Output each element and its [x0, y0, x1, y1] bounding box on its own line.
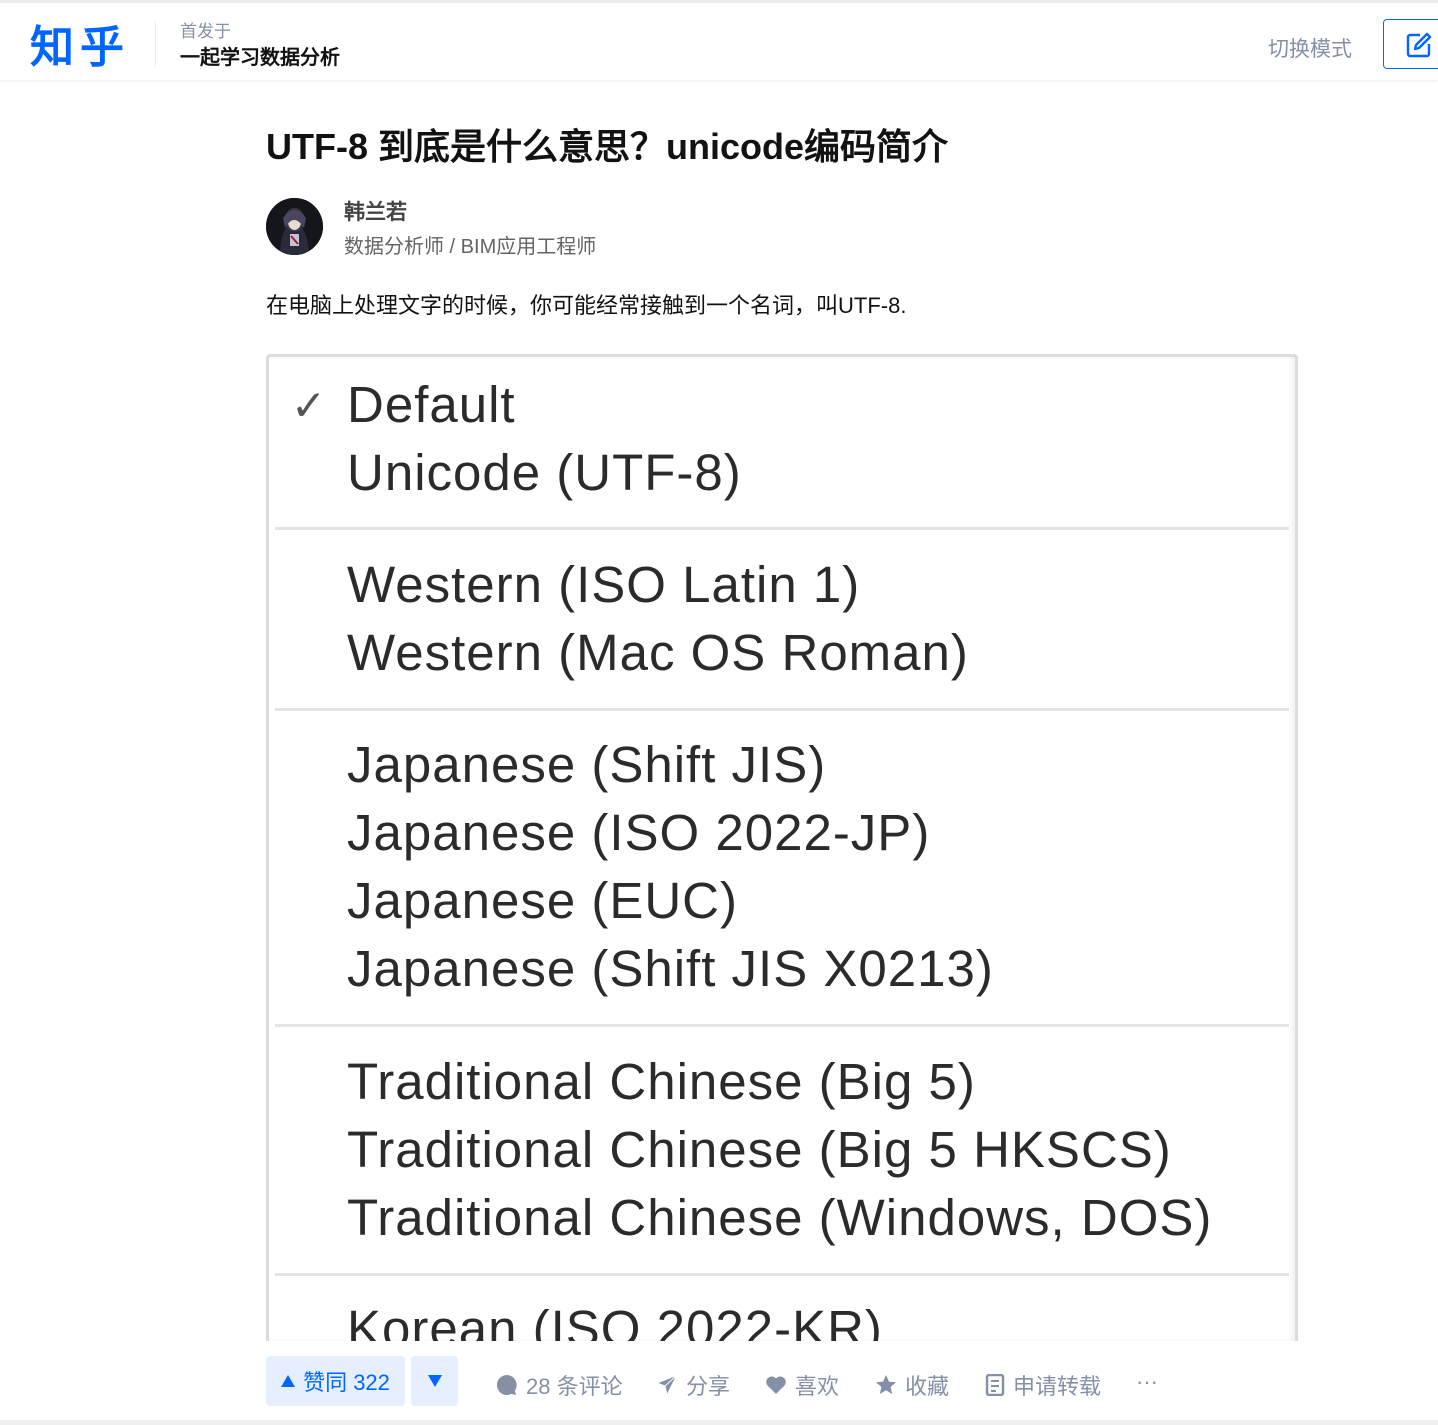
column-info[interactable]: 首发于 一起学习数据分析 — [180, 21, 340, 73]
menu-item-tchinese-windows-dos: Traditional Chinese (Windows, DOS) — [347, 1189, 1213, 1246]
upvote-button[interactable]: 赞同 322 — [266, 1356, 405, 1406]
article-intro: 在电脑上处理文字的时候，你可能经常接触到一个名词，叫UTF-8. — [266, 293, 907, 318]
menu-separator — [275, 1273, 1289, 1276]
comments-label: 28 条评论 — [526, 1374, 623, 1399]
document-icon — [985, 1374, 1005, 1396]
triangle-down-icon — [427, 1375, 442, 1387]
menu-item-western-mac-roman: Western (Mac OS Roman) — [347, 624, 969, 681]
menu-item-tchinese-big5-hkscs: Traditional Chinese (Big 5 HKSCS) — [347, 1121, 1172, 1178]
checkmark-icon: ✓ — [291, 382, 327, 429]
menu-separator — [275, 1024, 1289, 1027]
collect-button[interactable]: 收藏 — [875, 1369, 949, 1401]
menu-item-japanese-euc: Japanese (EUC) — [347, 872, 738, 929]
menu-item-western-iso-latin1: Western (ISO Latin 1) — [347, 556, 861, 613]
heart-icon — [766, 1376, 786, 1394]
downvote-button[interactable] — [411, 1356, 458, 1406]
header-divider — [155, 21, 156, 67]
menu-item-japanese-shift-jis-x0213: Japanese (Shift JIS X0213) — [347, 940, 994, 997]
menu-item-korean-iso2022kr: Korean (ISO 2022-KR) — [347, 1300, 883, 1341]
collect-label: 收藏 — [905, 1374, 950, 1399]
author-name[interactable]: 韩兰若 — [344, 196, 407, 226]
menu-item-default: Default — [347, 376, 516, 433]
share-label: 分享 — [686, 1374, 731, 1399]
paper-plane-icon — [656, 1374, 678, 1396]
author-bio: 数据分析师 / BIM应用工程师 — [344, 236, 597, 258]
menu-item-tchinese-big5: Traditional Chinese (Big 5) — [347, 1053, 976, 1110]
reprint-button[interactable]: 申请转载 — [985, 1369, 1101, 1401]
menu-separator — [275, 527, 1289, 530]
menu-separator — [275, 708, 1289, 711]
more-button[interactable]: ··· — [1136, 1369, 1158, 1395]
menu-item-japanese-shift-jis: Japanese (Shift JIS) — [347, 736, 827, 793]
article-action-bar: 赞同 322 28 条评论 分享 喜欢 收藏 申请转载 ··· — [0, 1341, 1438, 1425]
top-header: 知乎 首发于 一起学习数据分析 切换模式 — [0, 0, 1438, 80]
share-button[interactable]: 分享 — [656, 1369, 730, 1401]
upvote-label: 赞同 322 — [303, 1370, 390, 1395]
more-icon: ··· — [1136, 1369, 1158, 1394]
comments-button[interactable]: 28 条评论 — [496, 1369, 623, 1401]
encoding-menu-image: ✓ Default Unicode (UTF-8) Western (ISO L… — [266, 354, 1298, 1341]
menu-item-japanese-iso2022jp: Japanese (ISO 2022-JP) — [347, 804, 931, 861]
like-label: 喜欢 — [795, 1374, 840, 1399]
comment-icon — [496, 1374, 517, 1395]
write-button[interactable] — [1383, 19, 1438, 69]
zhihu-logo[interactable]: 知乎 — [30, 11, 130, 75]
star-icon — [876, 1375, 896, 1394]
switch-mode-button[interactable]: 切换模式 — [1268, 33, 1352, 63]
column-prefix: 首发于 — [180, 22, 231, 41]
page-bottom-border — [0, 1420, 1438, 1425]
author-avatar[interactable] — [266, 198, 323, 255]
reprint-label: 申请转载 — [1013, 1374, 1102, 1399]
triangle-up-icon — [281, 1375, 296, 1387]
article-title: UTF-8 到底是什么意思？unicode编码简介 — [266, 126, 948, 167]
edit-icon — [1406, 32, 1432, 58]
menu-item-unicode-utf8: Unicode (UTF-8) — [347, 444, 742, 501]
like-button[interactable]: 喜欢 — [765, 1369, 839, 1401]
column-name-link[interactable]: 一起学习数据分析 — [180, 43, 340, 73]
